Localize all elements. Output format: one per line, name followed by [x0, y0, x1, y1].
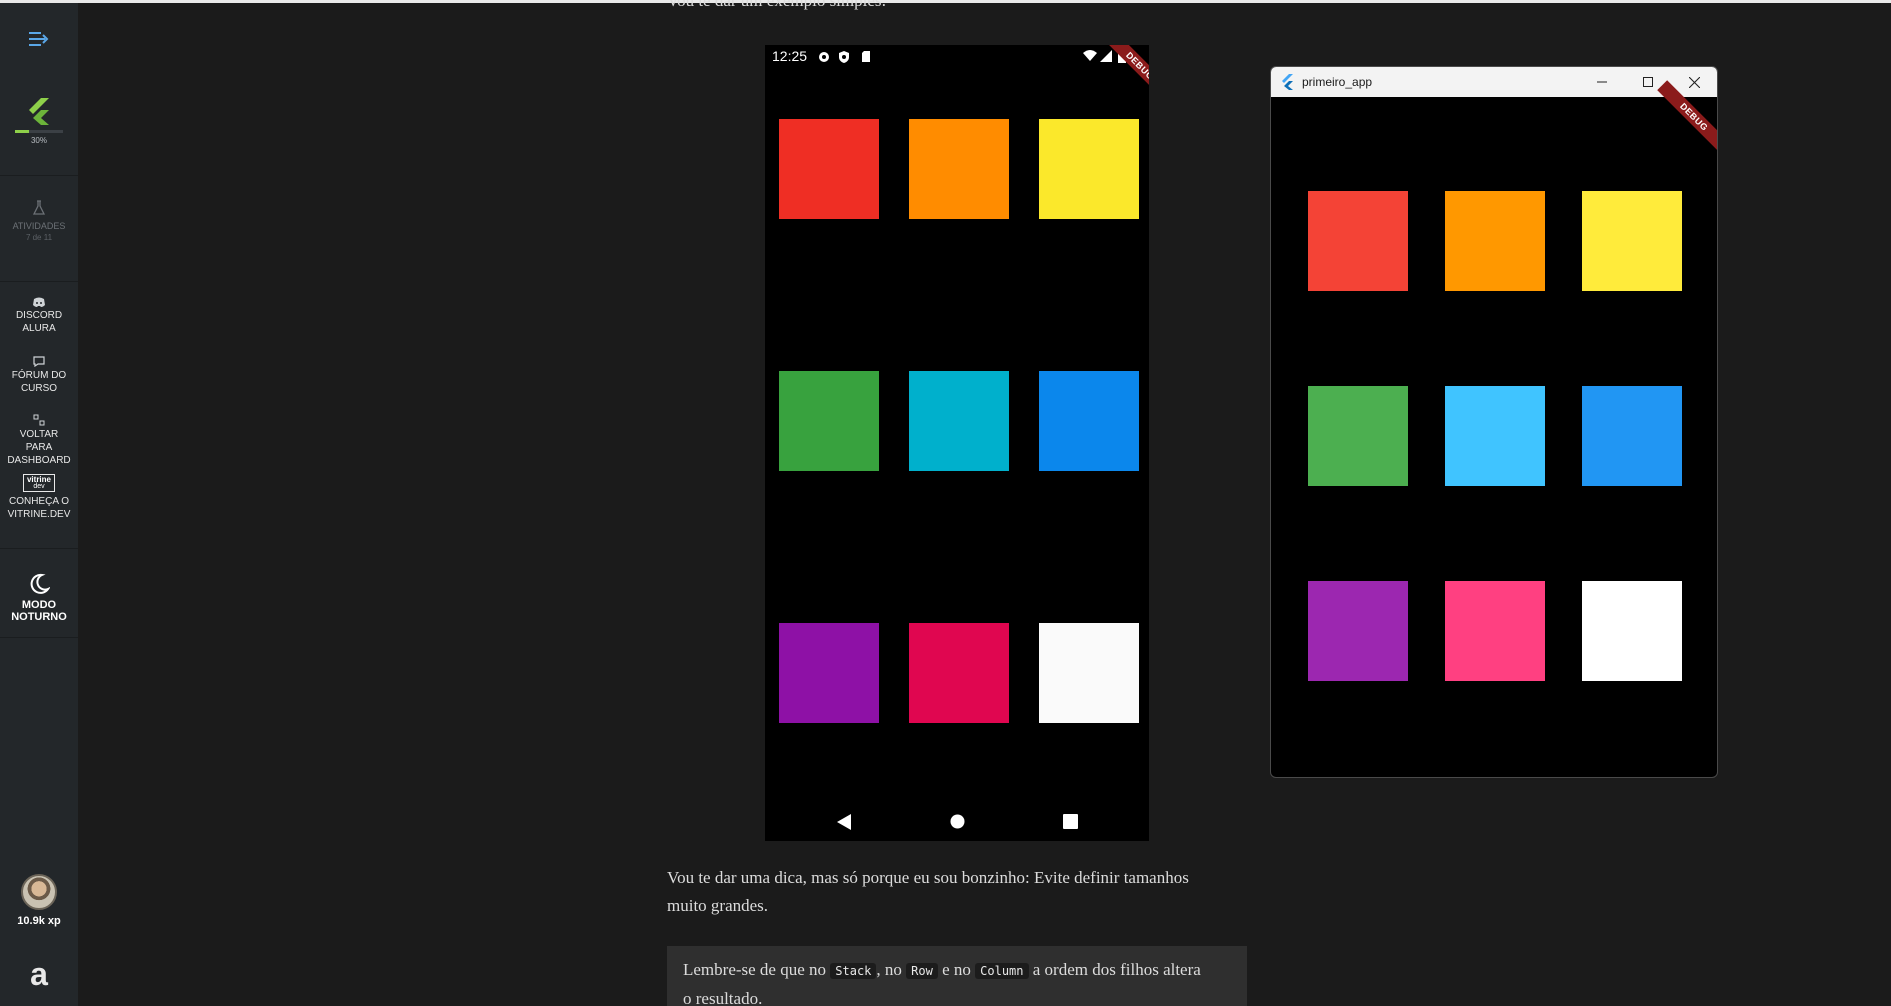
callout-text-part: o resultado.: [683, 989, 763, 1006]
flask-icon: [32, 200, 46, 215]
dashboard-label-2: PARA: [25, 442, 53, 453]
minimize-icon: [1597, 81, 1607, 83]
code-column: Column: [975, 963, 1029, 979]
flutter-logo-icon: [1282, 74, 1293, 90]
intro-paragraph: Vou te dar um exemplo simples:: [667, 0, 887, 10]
color-square: [1445, 581, 1545, 681]
tip-line-2: muito grandes.: [667, 896, 769, 915]
color-square: [1308, 581, 1408, 681]
color-square: [1039, 371, 1139, 471]
callout-text-part: Lembre-se de que no: [683, 960, 831, 979]
android-status-bar: 12:25: [765, 45, 1149, 69]
xp-count: 10.9k xp: [17, 915, 61, 927]
sidebar-divider: [0, 281, 78, 282]
vitrine-logo-text: vitrine: [26, 475, 51, 484]
color-square: [1039, 119, 1139, 219]
sidebar-divider: [0, 175, 78, 176]
alura-logo: a: [30, 956, 48, 992]
forum-label-2: CURSO: [20, 383, 58, 394]
activities-count: 7 de 11: [25, 233, 53, 242]
color-square: [1308, 191, 1408, 291]
wifi-icon: [1083, 50, 1097, 61]
vitrine-logo: vitrine dev: [23, 474, 55, 492]
progress-fill: [15, 130, 30, 133]
vitrine-label-1: CONHEÇA O: [8, 496, 69, 507]
progress-percent: 30%: [30, 136, 47, 145]
code-stack: Stack: [830, 963, 877, 979]
android-emulator-screenshot: 12:25 DEBUG: [765, 45, 1149, 841]
night-mode-label-1: MODO: [21, 599, 57, 611]
course-progress[interactable]: 30%: [0, 97, 78, 145]
course-sidebar: 30% ATIVIDADES 7 de 11 DISCORD ALURA FÓR…: [0, 3, 78, 1006]
window-title: primeiro_app: [1302, 75, 1373, 89]
forum-label-1: FÓRUM DO: [11, 370, 67, 381]
callout-text-part: e no: [937, 960, 976, 979]
avatar: [21, 874, 57, 910]
flutter-course-icon: [29, 98, 49, 125]
callout-text-part: , no: [876, 960, 907, 979]
color-square: [779, 119, 879, 219]
color-square: [909, 371, 1009, 471]
color-square: [909, 119, 1009, 219]
callout-text-part: a ordem dos filhos altera: [1028, 960, 1201, 979]
dashboard-label-1: VOLTAR: [19, 429, 59, 440]
color-square: [1039, 623, 1139, 723]
sidebar-item-vitrine[interactable]: vitrine dev CONHEÇA O VITRINE.DEV: [0, 474, 78, 521]
flutter-desktop-window: primeiro_app DEBUG: [1270, 66, 1718, 778]
color-square: [909, 623, 1009, 723]
color-square: [1445, 386, 1545, 486]
cell-signal-icon: [1100, 50, 1112, 62]
color-square: [779, 623, 879, 723]
sd-card-icon: [862, 51, 870, 62]
window-title-bar[interactable]: primeiro_app: [1271, 67, 1717, 97]
settings-icon: [819, 52, 829, 62]
color-square: [1445, 191, 1545, 291]
back-icon[interactable]: [837, 814, 851, 830]
tip-callout: Lembre-se de que no Stack, no Row e no C…: [667, 946, 1247, 1006]
sidebar-item-forum[interactable]: FÓRUM DO CURSO: [0, 356, 78, 395]
color-square: [1308, 386, 1408, 486]
android-nav-bar: [765, 801, 1149, 841]
night-mode-label-2: NOTURNO: [11, 611, 67, 623]
color-square: [779, 371, 879, 471]
chat-bubble-icon: [33, 356, 45, 367]
home-icon[interactable]: [950, 814, 965, 829]
progress-track: [15, 130, 63, 133]
tip-line-1: Vou te dar uma dica, mas só porque eu so…: [667, 868, 1189, 887]
discord-icon: [33, 297, 45, 307]
color-square: [1582, 386, 1682, 486]
maximize-icon: [1643, 77, 1653, 87]
dashboard-label-3: DASHBOARD: [7, 455, 71, 466]
sidebar-divider: [0, 548, 78, 549]
discord-label-2: ALURA: [22, 323, 56, 334]
collapse-menu-button[interactable]: [0, 31, 78, 47]
sidebar-item-discord[interactable]: DISCORD ALURA: [0, 297, 78, 335]
recents-icon[interactable]: [1063, 814, 1078, 829]
tip-paragraph: Vou te dar uma dica, mas só porque eu so…: [667, 864, 1189, 920]
night-mode-toggle[interactable]: MODO NOTURNO: [0, 573, 78, 623]
color-square: [1582, 191, 1682, 291]
moon-icon: [30, 573, 50, 594]
close-icon: [1688, 76, 1700, 88]
discord-label-1: DISCORD: [15, 310, 63, 321]
dashboard-icon: [33, 414, 45, 426]
user-profile[interactable]: 10.9k xp: [0, 874, 78, 927]
color-square: [1582, 581, 1682, 681]
menu-expand-icon: [29, 32, 49, 46]
alura-logo-link[interactable]: a: [0, 958, 78, 990]
activities-label: ATIVIDADES: [12, 221, 66, 231]
minimize-button[interactable]: [1579, 67, 1625, 97]
sidebar-item-dashboard[interactable]: VOLTAR PARA DASHBOARD: [0, 414, 78, 467]
code-row: Row: [906, 963, 938, 979]
status-time: 12:25: [772, 48, 808, 64]
sidebar-divider: [0, 637, 78, 638]
vitrine-label-2: VITRINE.DEV: [7, 509, 71, 520]
callout-text: Lembre-se de que no Stack, no Row e no C…: [683, 956, 1201, 1006]
vitrine-logo-sub: dev: [33, 483, 45, 490]
activities-item[interactable]: ATIVIDADES 7 de 11: [0, 200, 78, 242]
shield-icon: [839, 51, 849, 63]
